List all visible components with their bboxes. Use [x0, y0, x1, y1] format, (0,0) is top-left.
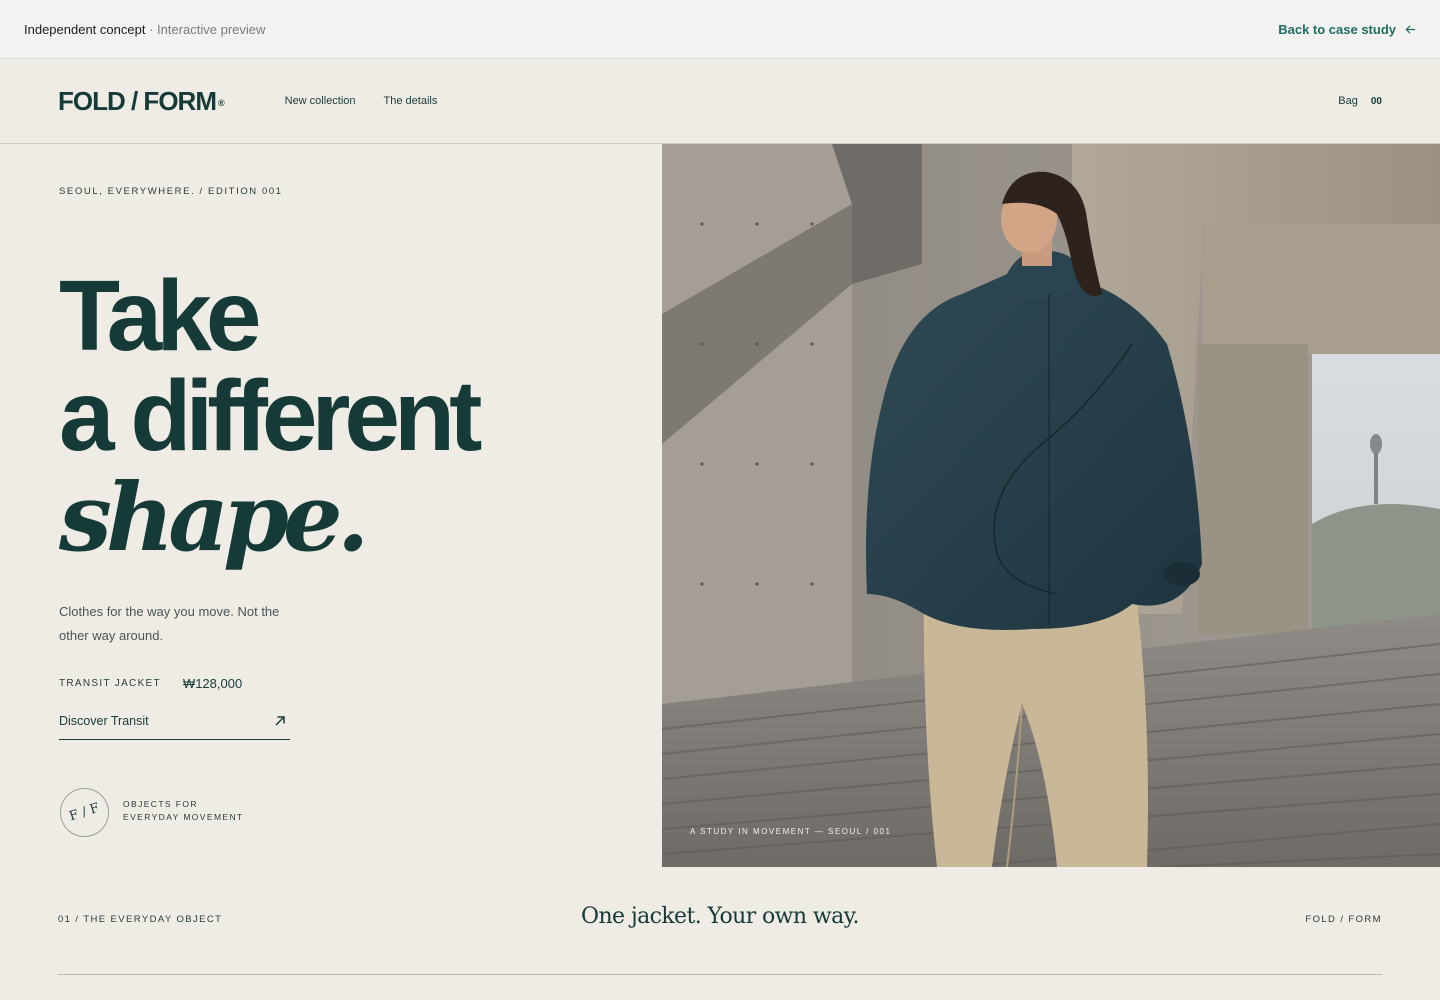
- image-caption: A STUDY IN MOVEMENT — SEOUL / 001: [690, 827, 892, 836]
- bag-count: 00: [1370, 95, 1382, 107]
- bag-label: Bag: [1338, 95, 1358, 107]
- discover-transit-button[interactable]: Discover Transit: [59, 703, 290, 740]
- brand-logo[interactable]: FOLD / FORM ®: [58, 86, 225, 117]
- headline-line-1: Take: [59, 260, 262, 372]
- separator: ·: [149, 21, 154, 37]
- preview-mode-label: Interactive preview: [157, 21, 266, 37]
- hero-photo: [662, 144, 1440, 867]
- seal-caption-line-1: OBJECTS FOR: [123, 799, 198, 809]
- product-price: ₩128,000: [182, 676, 243, 691]
- bag-button[interactable]: Bag 00: [1338, 95, 1382, 107]
- product-line: TRANSIT JACKET ₩128,000: [59, 676, 242, 691]
- arrow-up-right-icon: [275, 716, 285, 726]
- concept-label: Independent concept: [24, 21, 146, 37]
- arrow-left-icon: [1405, 24, 1416, 34]
- headline-line-3: shape.: [59, 463, 369, 573]
- hero-eyebrow: SEOUL, EVERYWHERE. / EDITION 001: [59, 186, 283, 197]
- nav-new-collection[interactable]: New collection: [285, 95, 356, 107]
- seal-monogram: F / F: [67, 800, 102, 825]
- back-to-case-study-link[interactable]: Back to case study: [1278, 22, 1416, 37]
- preview-bar: Independent concept · Interactive previe…: [0, 0, 1440, 59]
- seal-caption-line-2: EVERYDAY MOVEMENT: [123, 812, 244, 822]
- headline-line-2: a different: [59, 360, 482, 472]
- site-header: FOLD / FORM ® New collection The details…: [0, 59, 1440, 144]
- hero-photo-illustration: [662, 144, 1440, 867]
- section-divider: [58, 974, 1382, 975]
- discover-label: Discover Transit: [59, 714, 149, 728]
- logo-text: FOLD / FORM: [58, 85, 217, 116]
- hero-headline: Take a different shape.: [59, 260, 482, 573]
- section-title: One jacket. Your own way.: [581, 904, 859, 929]
- preview-info: Independent concept · Interactive previe…: [24, 22, 265, 37]
- hero-tagline: Clothes for the way you move. Not the ot…: [59, 604, 280, 643]
- product-name: TRANSIT JACKET: [59, 678, 161, 689]
- brand-seal: F / F: [60, 788, 109, 837]
- section-brand: FOLD / FORM: [1305, 914, 1382, 925]
- main-nav: New collection The details: [285, 95, 438, 107]
- back-link-label: Back to case study: [1278, 21, 1396, 37]
- nav-the-details[interactable]: The details: [384, 95, 438, 107]
- seal-caption: OBJECTS FOR EVERYDAY MOVEMENT: [123, 798, 244, 824]
- registered-mark: ®: [217, 97, 225, 108]
